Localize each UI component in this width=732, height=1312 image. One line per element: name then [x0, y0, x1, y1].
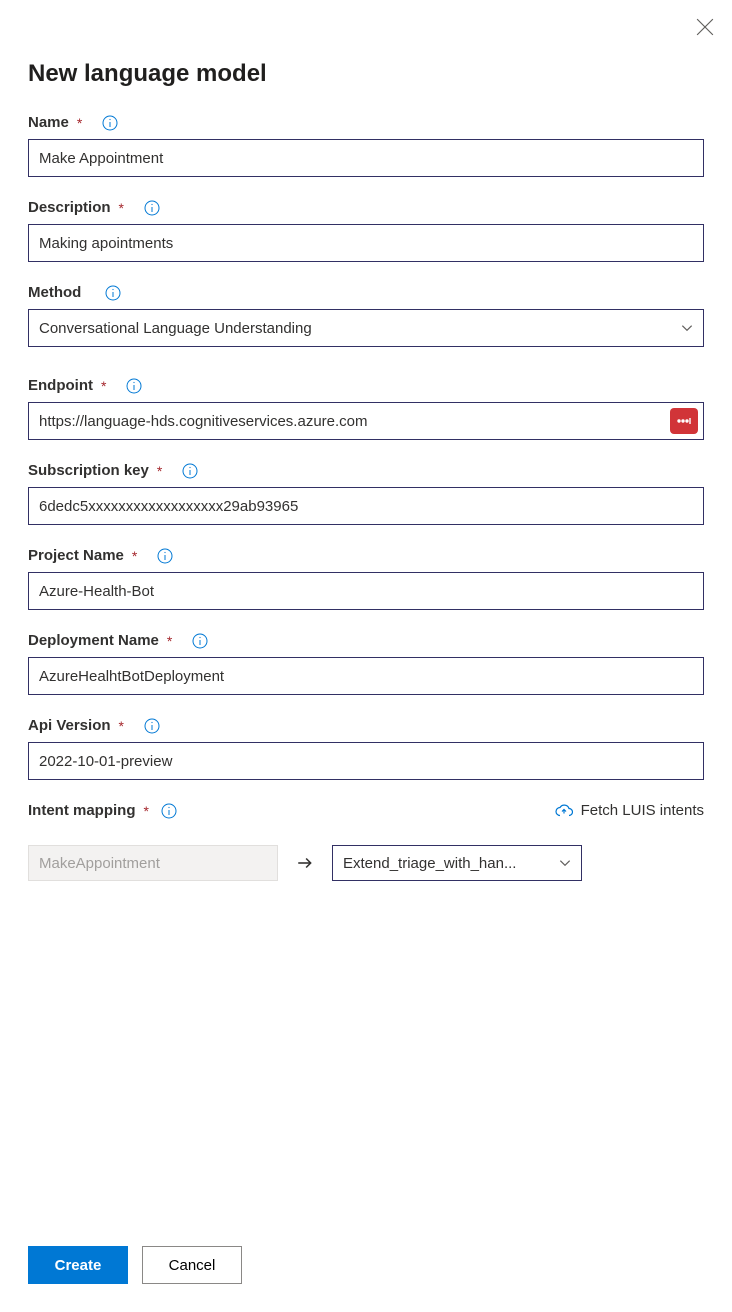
intent-target-select[interactable]: Extend_triage_with_han... — [332, 845, 582, 881]
field-method: Method Conversational Language Understan… — [28, 284, 704, 347]
info-icon[interactable] — [144, 718, 160, 734]
required-indicator: * — [157, 463, 162, 479]
info-icon[interactable] — [182, 463, 198, 479]
field-subscription-key: Subscription key * — [28, 462, 704, 525]
subscription-key-label: Subscription key — [28, 462, 149, 479]
intent-target-value: Extend_triage_with_han... — [343, 855, 516, 872]
info-icon[interactable] — [157, 548, 173, 564]
field-deployment-name: Deployment Name * — [28, 632, 704, 695]
fetch-luis-intents-link[interactable]: Fetch LUIS intents — [555, 802, 704, 819]
page-title: New language model — [28, 60, 704, 88]
info-icon[interactable] — [126, 378, 142, 394]
method-select[interactable]: Conversational Language Understanding — [28, 309, 704, 347]
fetch-luis-label: Fetch LUIS intents — [581, 802, 704, 819]
required-indicator: * — [101, 378, 106, 394]
intent-mapping-label: Intent mapping — [28, 802, 136, 819]
required-indicator: * — [119, 718, 124, 734]
field-project-name: Project Name * — [28, 547, 704, 610]
required-indicator: * — [132, 548, 137, 564]
subscription-key-input[interactable] — [28, 487, 704, 525]
intent-mapping-header: Intent mapping * Fetch LUIS intents — [28, 802, 704, 819]
arrow-right-icon — [296, 854, 314, 872]
required-indicator: * — [144, 803, 149, 819]
info-icon[interactable] — [192, 633, 208, 649]
endpoint-label: Endpoint — [28, 377, 93, 394]
name-input[interactable] — [28, 139, 704, 177]
panel-footer: Create Cancel — [28, 1226, 704, 1284]
info-icon[interactable] — [105, 285, 121, 301]
cloud-refresh-icon — [555, 803, 573, 818]
project-name-label: Project Name — [28, 547, 124, 564]
info-icon[interactable] — [102, 115, 118, 131]
create-button[interactable]: Create — [28, 1246, 128, 1284]
info-icon[interactable] — [161, 803, 177, 819]
form-body: Name * Description * Method — [28, 114, 704, 1226]
required-indicator: * — [167, 633, 172, 649]
close-icon[interactable] — [696, 18, 714, 36]
api-version-input[interactable] — [28, 742, 704, 780]
intent-source-input — [28, 845, 278, 881]
endpoint-input[interactable] — [28, 402, 704, 440]
required-indicator: * — [119, 200, 124, 216]
project-name-input[interactable] — [28, 572, 704, 610]
info-icon[interactable] — [144, 200, 160, 216]
deployment-name-label: Deployment Name — [28, 632, 159, 649]
deployment-name-input[interactable] — [28, 657, 704, 695]
intent-mapping-row: Extend_triage_with_han... — [28, 845, 704, 881]
field-api-version: Api Version * — [28, 717, 704, 780]
description-input[interactable] — [28, 224, 704, 262]
new-language-model-panel: New language model Name * Description * — [0, 0, 732, 1312]
field-endpoint: Endpoint * — [28, 377, 704, 440]
required-indicator: * — [77, 115, 82, 131]
api-version-label: Api Version — [28, 717, 111, 734]
field-description: Description * — [28, 199, 704, 262]
name-label: Name — [28, 114, 69, 131]
description-label: Description — [28, 199, 111, 216]
cancel-button[interactable]: Cancel — [142, 1246, 242, 1284]
password-manager-icon[interactable] — [670, 408, 698, 434]
field-name: Name * — [28, 114, 704, 177]
method-label: Method — [28, 284, 81, 301]
